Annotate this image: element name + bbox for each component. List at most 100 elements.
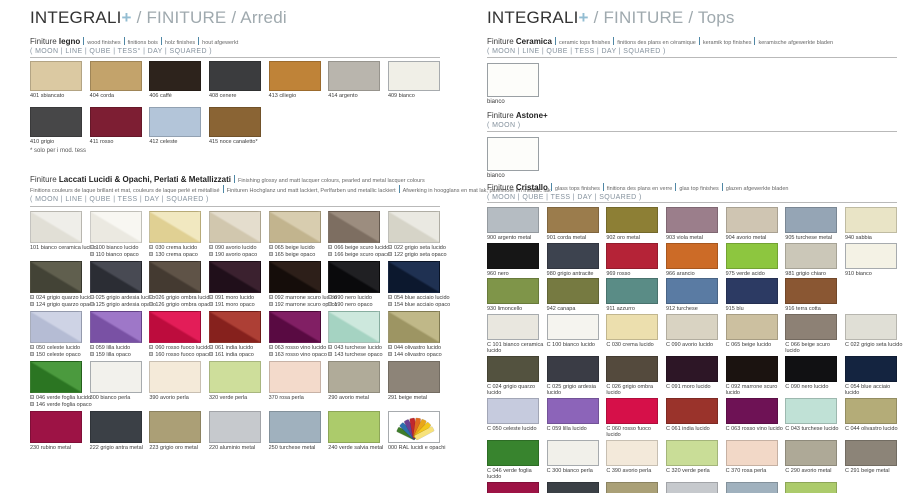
- gloss-marker-icon: [149, 345, 153, 349]
- finish-item: C 050 celeste lucido: [487, 398, 539, 439]
- color-swatch: [487, 440, 539, 466]
- color-swatch: [845, 243, 897, 269]
- translation-text: ceramic tops finishes: [559, 40, 610, 46]
- finish-item: C 066 beige scuro lucido: [785, 314, 837, 355]
- color-swatch: [606, 243, 658, 269]
- swatch-label: 290 avorio metal: [328, 395, 380, 402]
- gloss-marker-icon: [269, 345, 273, 349]
- color-swatch: [785, 440, 837, 466]
- translation-text: glas top finishes: [679, 186, 718, 192]
- finish-item: 409 bianco: [388, 61, 440, 100]
- finish-item: 911 azzurro: [606, 278, 658, 313]
- swatch-label: 100 bianco lucido110 bianco opaco: [90, 245, 142, 258]
- finish-item: 050 celeste lucido150 celeste opaco: [30, 311, 82, 358]
- swatch-label: C 044 olivastro lucido: [845, 426, 903, 433]
- swatch-label: 911 azzurro: [606, 306, 664, 313]
- finish-item: 370 rosa perla: [269, 361, 321, 408]
- finish-item: 942 canapa: [547, 278, 599, 313]
- gloss-marker-icon: [388, 295, 392, 299]
- swatch-label: 063 rosso vino lucido163 rosso vino opac…: [269, 345, 321, 358]
- color-swatch: [149, 211, 201, 243]
- color-swatch: [666, 482, 718, 493]
- swatch-label: 406 caffè: [149, 93, 201, 100]
- color-swatch: [328, 311, 380, 343]
- color-swatch: [726, 207, 778, 233]
- finish-item: C 090 nero lucido: [785, 356, 837, 397]
- finish-item: C 043 turchese lucido: [785, 398, 837, 439]
- catalog-page: INTEGRALI+ / FINITURE / Arredi Finiture …: [0, 0, 913, 493]
- color-swatch: [606, 314, 658, 340]
- gloss-marker-icon: [269, 295, 273, 299]
- color-swatch: [547, 398, 599, 424]
- models-list: ( MOON ): [487, 122, 548, 129]
- color-swatch: [30, 61, 82, 91]
- divider: [487, 57, 897, 58]
- swatch-label: 092 marrone scuro lucido192 marrone scur…: [269, 295, 321, 308]
- gloss-marker-icon: [30, 345, 34, 349]
- finish-item: 024 grigio quarzo lucido124 grigio quarz…: [30, 261, 82, 308]
- swatch-label: C 090 avorio lucido: [666, 342, 724, 349]
- models-list: ( MOON | LINE | QUBE | TESS° | DAY | SQU…: [30, 48, 238, 55]
- color-swatch: [388, 261, 440, 293]
- breadcrumb: / FINITURE / Tops: [594, 8, 735, 27]
- panel-tops: INTEGRALI+ / FINITURE / Tops Finiture Ce…: [487, 0, 897, 493]
- color-swatch: [30, 361, 82, 393]
- matte-marker-icon: [388, 352, 392, 356]
- swatch-label: 370 rosa perla: [269, 395, 321, 402]
- color-swatch: [30, 311, 82, 343]
- section-prefix: Finiture: [487, 111, 516, 120]
- color-swatch: [30, 411, 82, 443]
- gloss-marker-icon: [388, 345, 392, 349]
- color-swatch: [149, 361, 201, 393]
- section-header-laccati: Finiture Laccati Lucidi & Opachi, Perlat…: [30, 175, 551, 184]
- color-swatch: [149, 311, 201, 343]
- section-name: Ceramica: [516, 37, 552, 46]
- color-swatch: [785, 243, 837, 269]
- swatch-label: 240 verde salvia metal: [328, 445, 380, 452]
- swatch-label: 969 rosso: [606, 271, 664, 278]
- translation-text: wood finishes: [87, 40, 120, 46]
- brand-text: INTEGRALI: [30, 8, 122, 27]
- finish-item: 960 nero: [487, 243, 539, 278]
- swatch-label: 401 sbiancato: [30, 93, 82, 100]
- gloss-marker-icon: [388, 245, 392, 249]
- swatch-label: 413 ciliegio: [269, 93, 321, 100]
- swatch-label: 966 arancio: [666, 271, 724, 278]
- brand-text: INTEGRALI: [487, 8, 579, 27]
- finish-item: 230 rubino metal: [30, 411, 82, 452]
- finish-item: C 046 verde foglia lucido: [487, 440, 539, 481]
- section-name: Cristallo: [516, 183, 548, 192]
- swatch-label: 101 bianco ceramica lucido: [30, 245, 82, 252]
- matte-marker-icon: [269, 352, 273, 356]
- swatch-label: bianco: [487, 99, 539, 105]
- finish-item: C 100 bianco lucido: [547, 314, 599, 355]
- color-swatch: [547, 440, 599, 466]
- swatch-label: 404 corda: [90, 93, 142, 100]
- color-swatch: [547, 356, 599, 382]
- finish-item: 240 verde salvia metal: [328, 411, 380, 452]
- gloss-marker-icon: [209, 345, 213, 349]
- color-swatch: [606, 278, 658, 304]
- finish-item: 410 grigio: [30, 107, 82, 146]
- finish-item: C 063 rosso vino lucido: [726, 398, 778, 439]
- color-swatch: [209, 311, 261, 343]
- color-swatch: [785, 207, 837, 233]
- finish-item: C 044 olivastro lucido: [845, 398, 897, 439]
- empty-cell: [845, 278, 897, 313]
- color-swatch: [487, 207, 539, 233]
- models-list: ( MOON | QUBE | TESS | DAY | SQUARED ): [487, 194, 788, 201]
- astone-swatch-block: bianco: [487, 137, 539, 179]
- finish-item: C 220 aluminio metal: [666, 482, 718, 493]
- swatch-label: 043 turchese lucido143 turchese opaco: [328, 345, 380, 358]
- finish-item: C 390 avorio perla: [606, 440, 658, 481]
- translation-text: finitions bois: [128, 40, 158, 46]
- astone-swatch-bianco: [487, 137, 539, 171]
- swatch-label: 091 moro lucido191 moro opaco: [209, 295, 261, 308]
- matte-marker-icon: [269, 252, 273, 256]
- finish-item: 903 viola metal: [666, 207, 718, 242]
- color-swatch: [328, 261, 380, 293]
- finish-item: 101 bianco ceramica lucido: [30, 211, 82, 258]
- swatch-label: C 066 beige scuro lucido: [785, 342, 843, 355]
- finish-item: 912 turchese: [666, 278, 718, 313]
- gloss-marker-icon: [328, 295, 332, 299]
